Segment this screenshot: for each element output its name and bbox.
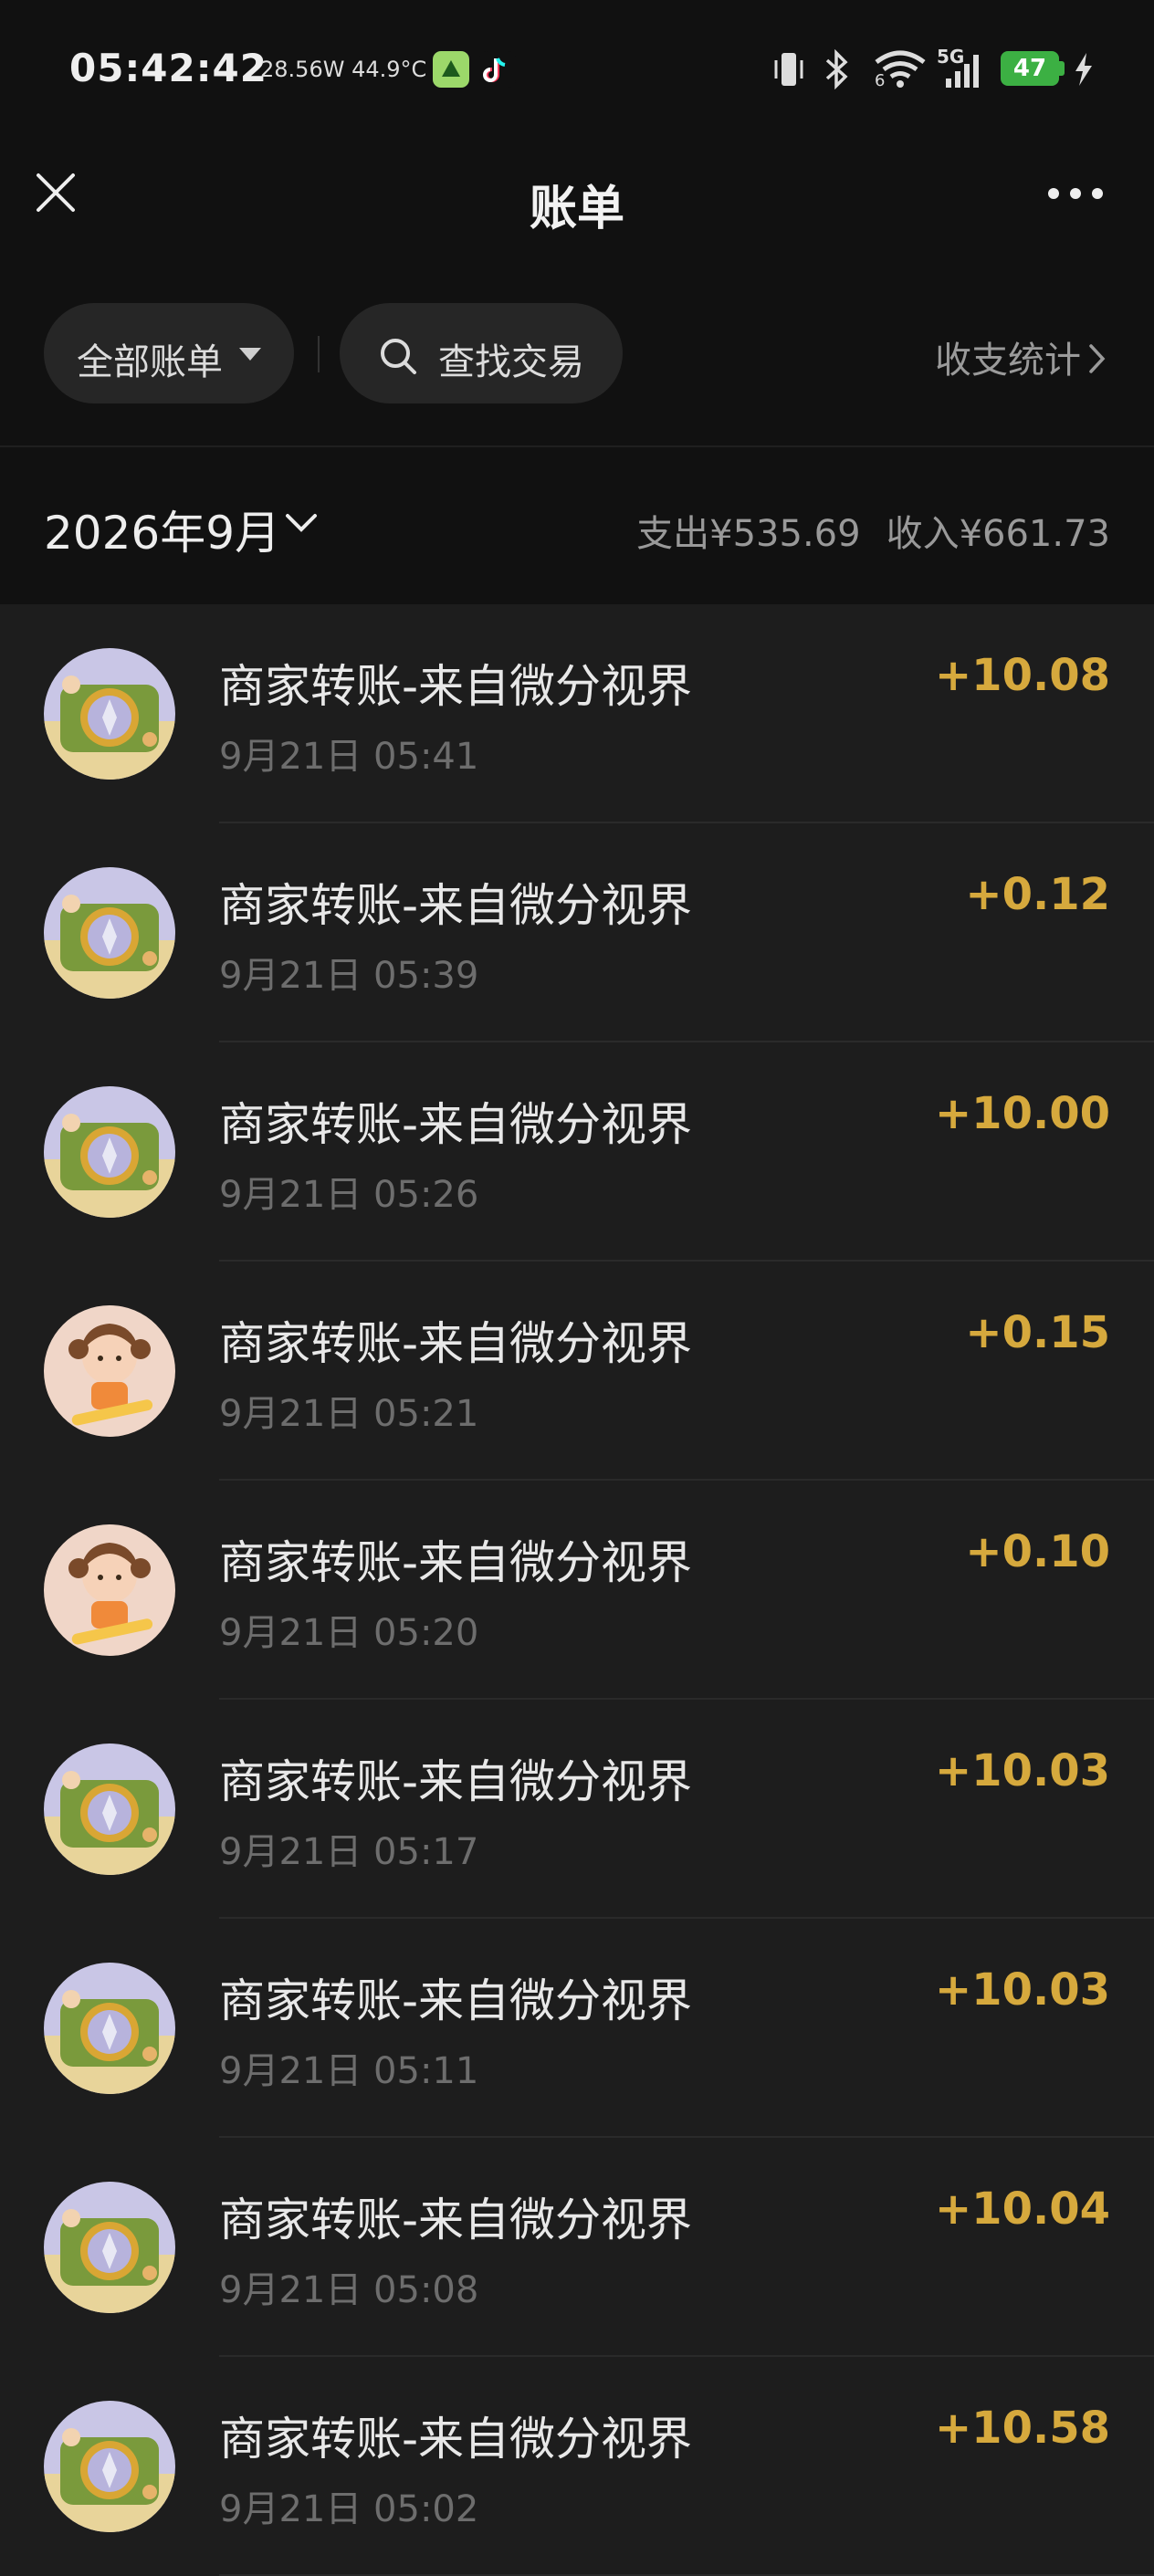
status-time: 05:42:42 (69, 46, 268, 90)
transaction-list: 商家转账-来自微分视界 9月21日 05:41 +10.08 商家转账-来自微分… (0, 604, 1154, 2576)
transaction-title: 商家转账-来自微分视界 (219, 1974, 693, 2027)
transaction-amount: +10.08 (934, 650, 1110, 701)
charging-icon (1070, 49, 1097, 93)
merchant-avatar (44, 2182, 175, 2313)
merchant-avatar (44, 867, 175, 999)
transaction-row[interactable]: 商家转账-来自微分视界 9月21日 05:11 +10.03 (0, 1919, 1154, 2138)
transaction-title: 商家转账-来自微分视界 (219, 879, 693, 932)
transaction-amount: +0.12 (965, 869, 1110, 920)
income-total: 收入¥661.73 (886, 513, 1110, 555)
merchant-avatar (44, 648, 175, 780)
transaction-time: 9月21日 05:41 (219, 736, 479, 778)
vibrate-icon (772, 49, 805, 93)
transaction-amount: +10.04 (934, 2183, 1110, 2235)
transaction-time: 9月21日 05:26 (219, 1174, 479, 1216)
transaction-title: 商家转账-来自微分视界 (219, 1098, 693, 1151)
transaction-title: 商家转账-来自微分视界 (219, 1317, 693, 1370)
page-title: 账单 (529, 182, 624, 236)
transaction-time: 9月21日 05:39 (219, 955, 479, 997)
tiktok-icon (479, 51, 516, 88)
merchant-avatar (44, 1524, 175, 1656)
merchant-avatar (44, 2401, 175, 2532)
merchant-avatar (44, 1305, 175, 1437)
transaction-amount: +10.03 (934, 1745, 1110, 1796)
transaction-row[interactable]: 商家转账-来自微分视界 9月21日 05:08 +10.04 (0, 2138, 1154, 2357)
bluetooth-icon (822, 48, 853, 93)
transaction-row[interactable]: 商家转账-来自微分视界 9月21日 05:02 +10.58 (0, 2357, 1154, 2576)
transaction-title: 商家转账-来自微分视界 (219, 2413, 693, 2466)
search-icon (378, 336, 418, 385)
wifi-sub-label: 6 (875, 71, 886, 90)
battery-tip (1059, 61, 1065, 76)
transaction-title: 商家转账-来自微分视界 (219, 2194, 693, 2246)
transaction-time: 9月21日 05:08 (219, 2269, 479, 2311)
transaction-amount: +10.58 (934, 2403, 1110, 2454)
transaction-amount: +10.03 (934, 1964, 1110, 2016)
transaction-title: 商家转账-来自微分视界 (219, 1536, 693, 1589)
transaction-row[interactable]: 商家转账-来自微分视界 9月21日 05:39 +0.12 (0, 823, 1154, 1042)
status-bar: 05:42:42 28.56W 44.9°C 6 5G 47 (0, 0, 1154, 137)
transaction-row[interactable]: 商家转账-来自微分视界 9月21日 05:26 +10.00 (0, 1042, 1154, 1262)
merchant-avatar (44, 1086, 175, 1218)
search-transactions-label: 查找交易 (438, 341, 584, 383)
merchant-avatar (44, 1963, 175, 2094)
transaction-amount: +0.10 (965, 1526, 1110, 1577)
transaction-row[interactable]: 商家转账-来自微分视界 9月21日 05:20 +0.10 (0, 1481, 1154, 1700)
stats-label: 收支统计 (935, 340, 1081, 382)
nav-bar: 账单 (0, 137, 1154, 252)
battery-level: 47 (1001, 51, 1059, 86)
all-bills-filter-button[interactable]: 全部账单 (44, 303, 294, 403)
all-bills-label: 全部账单 (77, 341, 223, 383)
transaction-time: 9月21日 05:11 (219, 2050, 479, 2092)
transaction-time: 9月21日 05:17 (219, 1831, 479, 1873)
transaction-title: 商家转账-来自微分视界 (219, 660, 693, 713)
filter-divider (318, 336, 320, 372)
month-selector[interactable]: 2026年9月 (44, 497, 280, 562)
signal-icon (940, 49, 986, 93)
merchant-avatar (44, 1744, 175, 1875)
caret-down-icon (239, 348, 261, 361)
chevron-down-icon[interactable] (285, 513, 318, 537)
transaction-title: 商家转账-来自微分视界 (219, 1755, 693, 1808)
transaction-time: 9月21日 05:02 (219, 2488, 479, 2530)
month-summary: 支出¥535.69 收入¥661.73 (636, 504, 1110, 557)
month-header: 2026年9月 支出¥535.69 收入¥661.73 (0, 445, 1154, 604)
expense-total: 支出¥535.69 (636, 513, 861, 555)
status-power-temp: 28.56W 44.9°C (260, 57, 427, 82)
transaction-time: 9月21日 05:20 (219, 1612, 479, 1654)
transaction-amount: +10.00 (934, 1088, 1110, 1139)
transaction-row[interactable]: 商家转账-来自微分视界 9月21日 05:17 +10.03 (0, 1700, 1154, 1919)
transaction-amount: +0.15 (965, 1307, 1110, 1358)
chevron-right-icon (1088, 341, 1107, 383)
search-transactions-button[interactable]: 查找交易 (340, 303, 623, 403)
transaction-time: 9月21日 05:21 (219, 1393, 479, 1435)
app-notification-icon (433, 51, 469, 88)
transaction-row[interactable]: 商家转账-来自微分视界 9月21日 05:21 +0.15 (0, 1262, 1154, 1481)
more-icon[interactable] (1046, 181, 1105, 206)
income-expense-stats-link[interactable]: 收支统计 (935, 330, 1107, 383)
transaction-row[interactable]: 商家转账-来自微分视界 9月21日 05:41 +10.08 (0, 604, 1154, 823)
filter-row: 全部账单 查找交易 收支统计 (0, 252, 1154, 445)
